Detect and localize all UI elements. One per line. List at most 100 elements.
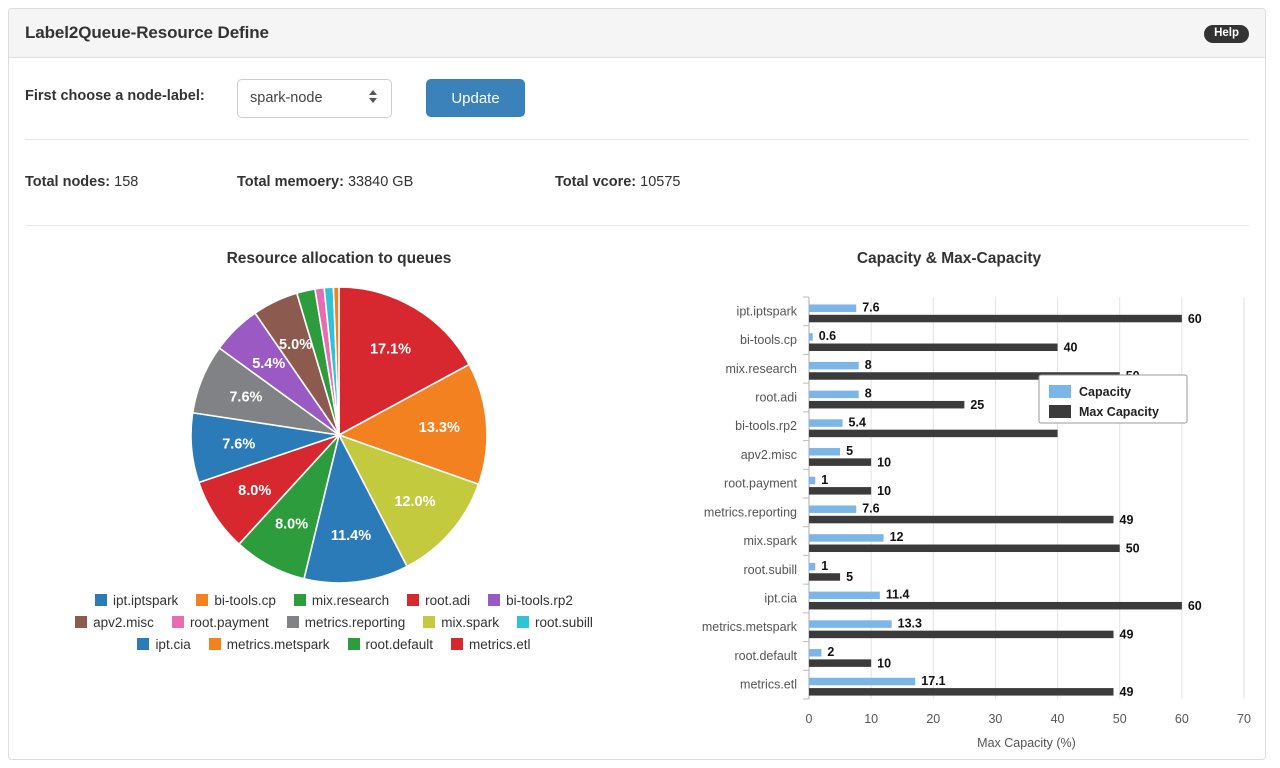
pie-legend-item[interactable]: root.payment <box>171 614 269 630</box>
capacity-bar[interactable] <box>809 534 884 542</box>
max-capacity-bar[interactable] <box>809 314 1182 323</box>
node-label-field-label: First choose a node-label: <box>25 88 205 104</box>
pie-legend-row: apv2.misc root.payment metrics.reporting mi… <box>19 611 649 633</box>
bar-legend-label: Max Capacity <box>1079 405 1159 419</box>
help-button[interactable]: Help <box>1204 25 1249 43</box>
charts-region: Resource allocation to queues Capacity &… <box>9 227 1265 761</box>
max-capacity-bar[interactable] <box>809 343 1058 352</box>
pie-legend-label: ipt.cia <box>155 636 191 652</box>
legend-swatch-icon <box>293 594 306 606</box>
max-capacity-bar-value: 49 <box>1120 685 1134 699</box>
pie-legend-item[interactable]: root.adi <box>407 593 470 608</box>
pie-slice-label: 5.0% <box>279 337 312 353</box>
max-capacity-bar[interactable] <box>809 601 1182 610</box>
max-capacity-bar-value: 49 <box>1120 513 1134 527</box>
node-label-controls: First choose a node-label: spark-node Up… <box>9 57 1265 140</box>
max-capacity-bar-value: 5 <box>846 570 853 584</box>
capacity-bar[interactable] <box>809 562 816 571</box>
max-capacity-bar[interactable] <box>809 630 1114 639</box>
capacity-bar[interactable] <box>809 649 822 657</box>
capacity-bar[interactable] <box>809 591 880 600</box>
pie-slice-label: 7.6% <box>222 437 255 453</box>
max-capacity-bar[interactable] <box>809 688 1114 696</box>
pie-legend-label: root.subill <box>535 614 593 630</box>
x-axis-tick-label: 10 <box>864 712 878 726</box>
max-capacity-bar[interactable] <box>809 429 1058 438</box>
panel-header: Label2Queue-Resource Define Help <box>9 9 1265 58</box>
capacity-bar-value: 12 <box>890 530 904 544</box>
bar-category-label: ipt.iptspark <box>737 304 798 318</box>
pie-legend-item[interactable]: ipt.iptspark <box>95 593 178 608</box>
pie-legend-label: metrics.etl <box>469 636 531 652</box>
capacity-bar[interactable] <box>809 333 813 341</box>
max-capacity-bar[interactable] <box>809 573 841 581</box>
pie-legend-item[interactable]: metrics.reporting <box>286 615 405 630</box>
pie-legend-label: root.payment <box>189 614 269 630</box>
capacity-bar[interactable] <box>809 505 857 513</box>
node-label-select-value: spark-node <box>250 90 323 106</box>
pie-legend-item[interactable]: bi-tools.cp <box>196 593 276 608</box>
max-capacity-bar[interactable] <box>809 400 965 409</box>
bar-category-label: ipt.cia <box>764 592 797 606</box>
legend-swatch-icon <box>75 616 88 628</box>
legend-swatch-icon <box>488 594 501 606</box>
capacity-bar[interactable] <box>809 361 859 370</box>
pie-legend-item[interactable]: apv2.misc <box>75 615 154 630</box>
bar-category-label: metrics.metspark <box>702 620 798 634</box>
legend-swatch-icon <box>286 616 299 628</box>
max-capacity-bar[interactable] <box>809 515 1114 524</box>
update-button[interactable]: Update <box>426 79 525 117</box>
pie-legend-item[interactable]: root.default <box>347 636 434 652</box>
max-capacity-bar-value: 10 <box>877 455 891 469</box>
legend-swatch-icon <box>451 638 464 650</box>
legend-swatch-icon <box>1049 405 1071 418</box>
max-capacity-bar-value: 10 <box>877 484 891 498</box>
bar-chart-svg: ipt.iptspark 7.6 60 bi-tools.cp 0.6 40 mix.res… <box>702 296 1251 750</box>
x-axis-tick-label: 0 <box>806 712 813 726</box>
capacity-bar[interactable] <box>809 419 843 427</box>
capacity-bar[interactable] <box>809 448 841 456</box>
pie-legend-item[interactable]: metrics.metspark <box>208 637 330 652</box>
legend-swatch-icon <box>137 638 150 650</box>
capacity-bar[interactable] <box>809 677 916 686</box>
node-label-select[interactable]: spark-node <box>237 79 392 118</box>
pie-legend-item[interactable]: bi-tools.rp2 <box>488 593 573 608</box>
max-capacity-bar[interactable] <box>809 544 1120 553</box>
page-title: Label2Queue-Resource Define <box>25 23 269 42</box>
max-capacity-bar[interactable] <box>809 659 872 667</box>
x-axis-tick-label: 50 <box>1113 712 1127 726</box>
legend-swatch-icon <box>171 616 184 628</box>
total-memory: Total memoery: 33840 GB <box>237 174 413 190</box>
capacity-bar-value: 8 <box>865 358 872 372</box>
pie-legend-item[interactable]: root.subill <box>517 615 593 630</box>
pie-legend-item[interactable]: mix.spark <box>423 615 499 630</box>
capacity-bar-value: 8 <box>865 387 872 401</box>
pie-legend-item[interactable]: metrics.etl <box>451 637 531 652</box>
pie-legend-label: root.default <box>365 636 434 652</box>
legend-swatch-icon <box>1049 385 1071 398</box>
x-axis-tick-label: 30 <box>988 712 1002 726</box>
capacity-bar[interactable] <box>809 476 816 485</box>
capacity-bar[interactable] <box>809 620 892 628</box>
max-capacity-bar-value: 10 <box>877 656 891 670</box>
chevron-updown-icon <box>369 90 378 109</box>
total-vcore-value: 10575 <box>640 174 681 190</box>
total-memory-value: 33840 GB <box>347 174 414 190</box>
pie-legend-item[interactable]: mix.research <box>293 593 389 608</box>
resource-define-panel: Label2Queue-Resource Define Help First c… <box>8 8 1266 760</box>
total-nodes-value: 158 <box>114 174 139 190</box>
capacity-bar-value: 0.6 <box>819 329 836 343</box>
legend-swatch-icon <box>196 594 209 606</box>
pie-legend-label: apv2.misc <box>93 614 154 630</box>
max-capacity-bar[interactable] <box>809 487 872 495</box>
legend-swatch-icon <box>423 616 436 628</box>
pie-legend-row: ipt.iptspark bi-tools.cp mix.research root.… <box>19 589 649 611</box>
pie-legend-item[interactable]: ipt.cia <box>137 636 191 652</box>
capacity-bar-value: 5 <box>846 444 853 458</box>
capacity-bar[interactable] <box>809 390 859 399</box>
max-capacity-bar-value: 49 <box>1120 628 1134 642</box>
max-capacity-bar[interactable] <box>809 458 872 466</box>
x-axis-tick-label: 40 <box>1051 712 1065 726</box>
max-capacity-bar-value: 50 <box>1126 542 1140 556</box>
capacity-bar[interactable] <box>809 304 857 312</box>
